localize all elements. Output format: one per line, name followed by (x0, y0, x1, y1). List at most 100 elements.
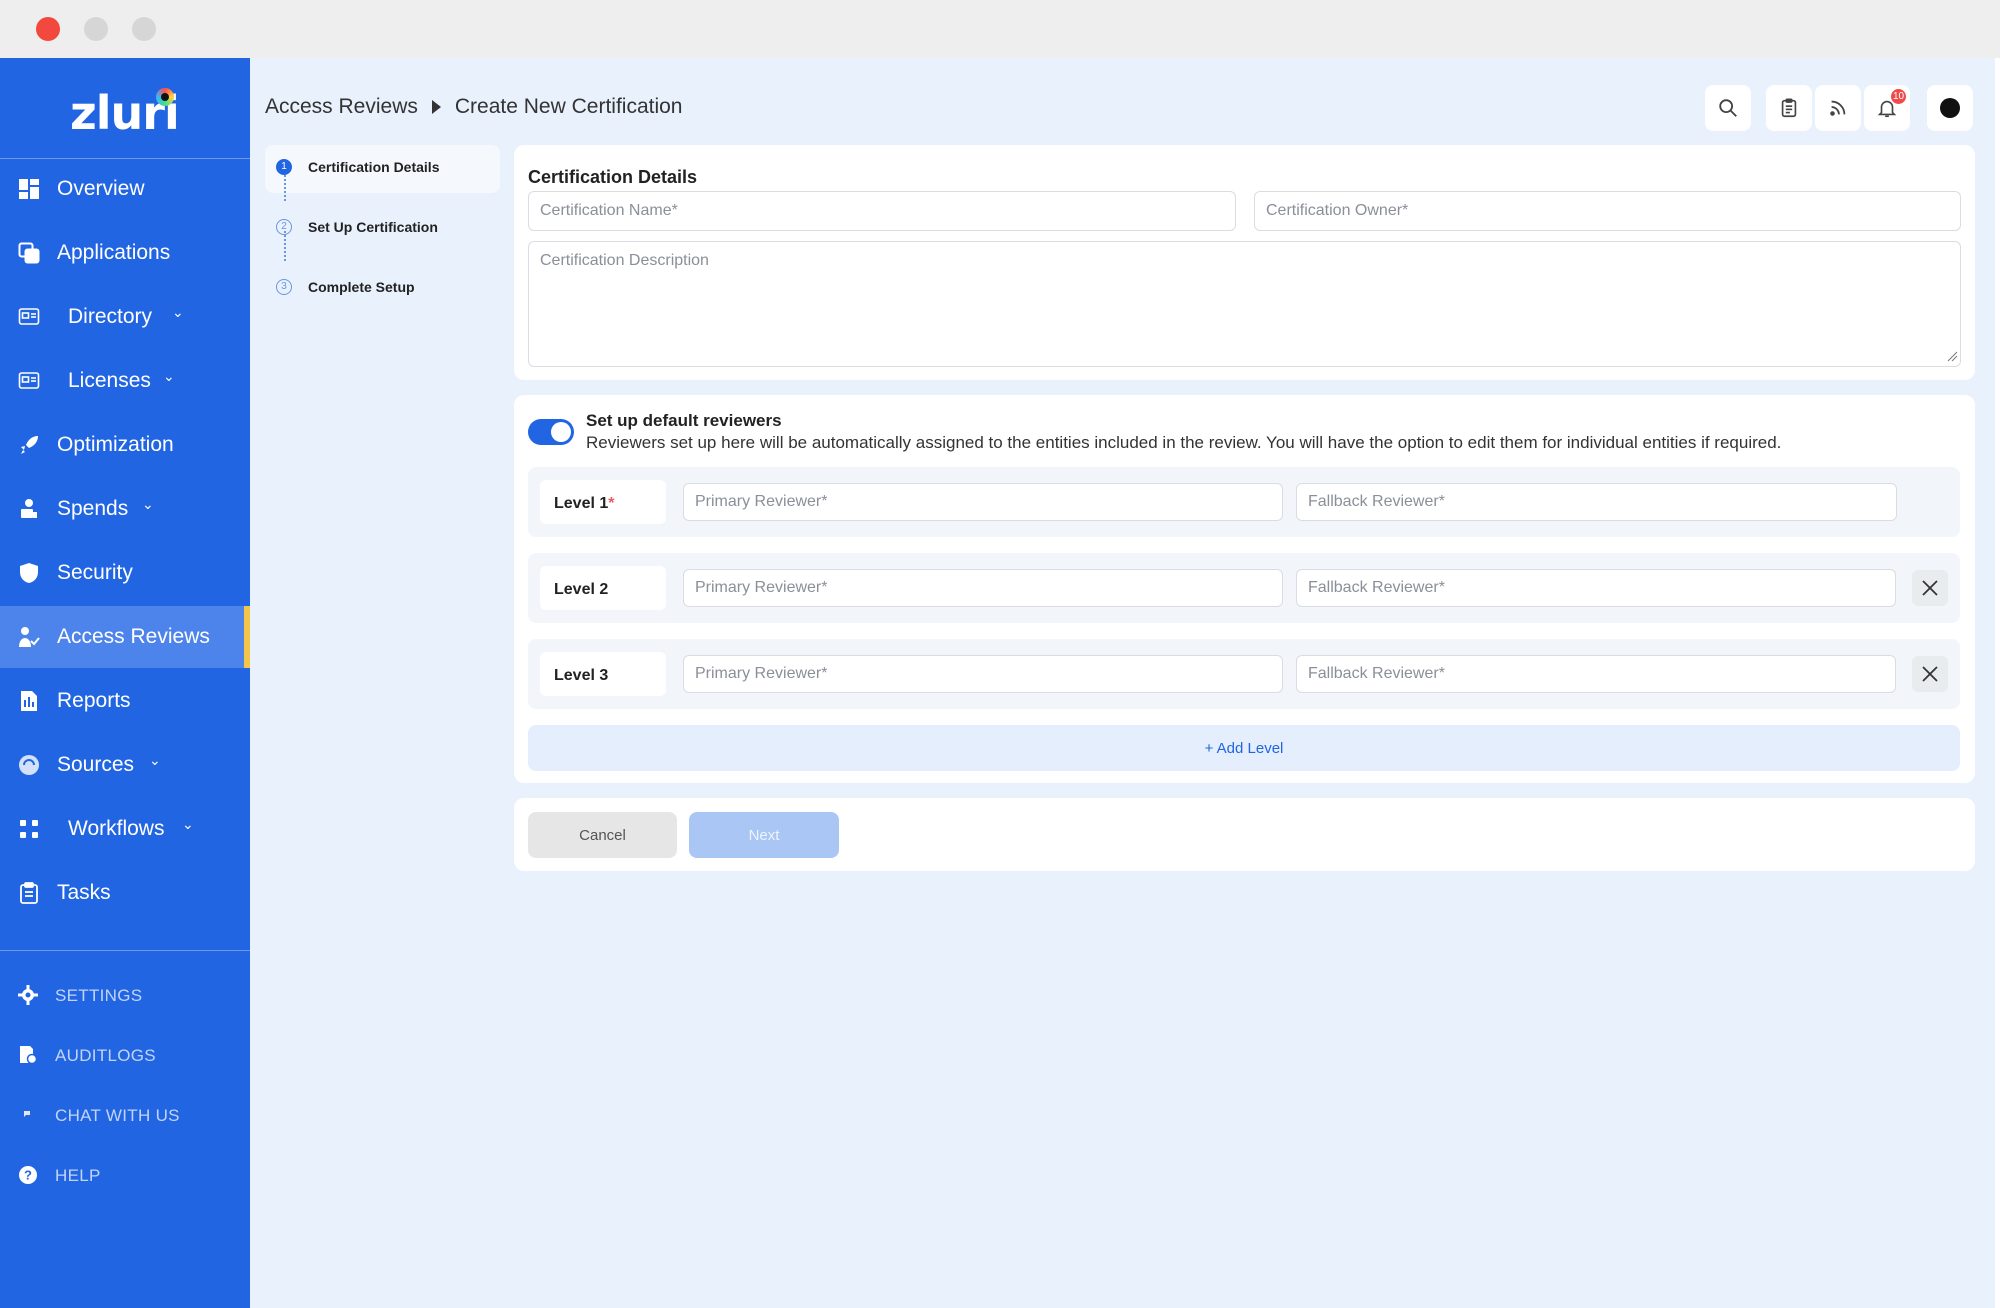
avatar (1940, 98, 1960, 118)
sidebar-divider (0, 950, 250, 951)
certification-description-textarea[interactable] (528, 241, 1961, 367)
clipboard-icon (1781, 98, 1797, 118)
primary-reviewer-input[interactable] (683, 483, 1283, 521)
fallback-reviewer-input[interactable] (1296, 483, 1897, 521)
sidebar-item-label: Sources (57, 753, 135, 776)
audit-logs-icon (18, 1045, 38, 1065)
step-number: 3 (276, 279, 292, 295)
step-number: 1 (276, 159, 292, 175)
level-row: Level 1* (528, 467, 1960, 537)
fallback-reviewer-input[interactable] (1296, 655, 1896, 693)
rocket-icon (18, 434, 40, 456)
sources-icon (18, 754, 40, 776)
sidebar-item-reports[interactable]: Reports (0, 670, 250, 732)
sidebar-item-access-reviews[interactable]: Access Reviews (0, 606, 250, 668)
sidebar-item-tasks[interactable]: Tasks (0, 862, 250, 924)
sidebar-item-label: Spends (57, 497, 129, 520)
card-title: Certification Details (528, 167, 698, 187)
certification-owner-input[interactable] (1254, 191, 1961, 231)
notifications-button[interactable]: 10 (1864, 85, 1910, 131)
level-label: Level 3 (540, 652, 666, 696)
feed-button[interactable] (1815, 85, 1861, 131)
overview-icon (18, 178, 40, 200)
sidebar-item-sources[interactable]: Sources ⌄ (0, 734, 250, 796)
sidebar-item-applications[interactable]: Applications (0, 222, 250, 284)
sidebar-item-label: Access Reviews (57, 625, 210, 648)
window-titlebar (0, 0, 2000, 58)
sidebar-link-settings[interactable]: SETTINGS (0, 971, 250, 1021)
spends-icon (18, 498, 40, 520)
logo-dot-icon (156, 88, 174, 106)
step-label: Set Up Certification (308, 219, 438, 235)
chevron-down-icon: ⌄ (149, 752, 161, 768)
search-icon (1719, 99, 1737, 117)
sidebar-link-label: AUDITLOGS (55, 1046, 156, 1065)
sidebar-item-security[interactable]: Security (0, 542, 250, 604)
sidebar-link-auditlogs[interactable]: AUDITLOGS (0, 1031, 250, 1081)
step-complete-setup[interactable]: 3 Complete Setup (265, 269, 500, 305)
primary-reviewer-input[interactable] (683, 569, 1283, 607)
resize-grip-icon[interactable] (1946, 350, 1958, 362)
sidebar-item-workflows[interactable]: Workflows ⌄ (0, 798, 250, 860)
level-label-text: Level 1 (554, 495, 609, 512)
gear-icon (18, 985, 38, 1005)
chat-icon (18, 1105, 38, 1125)
sidebar-item-overview[interactable]: Overview (0, 158, 250, 220)
level-label: Level 1* (540, 480, 666, 524)
sidebar-item-label: Workflows (68, 817, 165, 840)
sidebar-item-optimization[interactable]: Optimization (0, 414, 250, 476)
primary-reviewer-input[interactable] (683, 655, 1283, 693)
help-icon: ? (18, 1165, 38, 1185)
form-actions-card: Cancel Next (514, 798, 1975, 871)
breadcrumb: Access Reviews Create New Certification (265, 95, 682, 119)
window-minimize-button[interactable] (84, 17, 108, 41)
sidebar-item-directory[interactable]: Directory ⌄ (0, 286, 250, 348)
sidebar-item-label: Reports (57, 689, 131, 712)
breadcrumb-access-reviews[interactable]: Access Reviews (265, 95, 418, 119)
close-icon (1922, 666, 1938, 682)
add-level-button[interactable]: + Add Level (528, 725, 1960, 771)
licenses-icon (18, 370, 40, 392)
cancel-button[interactable]: Cancel (528, 812, 677, 858)
clipboard-button[interactable] (1766, 85, 1812, 131)
tasks-icon (18, 882, 40, 904)
level-row: Level 3 (528, 639, 1960, 709)
sidebar-item-spends[interactable]: Spends ⌄ (0, 478, 250, 540)
sidebar-item-label: Overview (57, 177, 145, 200)
close-icon (1922, 580, 1938, 596)
svg-text:?: ? (24, 1168, 32, 1183)
sidebar-link-help[interactable]: ? HELP (0, 1151, 250, 1201)
default-reviewers-toggle[interactable] (528, 419, 574, 445)
reviewers-description: Reviewers set up here will be automatica… (586, 433, 1782, 452)
sidebar-item-label: Licenses (68, 369, 151, 392)
shield-icon (18, 562, 40, 584)
setup-steps: 1 Certification Details 2 Set Up Certifi… (265, 145, 500, 325)
applications-icon (18, 242, 40, 264)
search-button[interactable] (1705, 85, 1751, 131)
fallback-reviewer-input[interactable] (1296, 569, 1896, 607)
sidebar-item-licenses[interactable]: Licenses ⌄ (0, 350, 250, 412)
chevron-down-icon: ⌄ (142, 496, 154, 512)
workflows-icon (18, 818, 40, 840)
certification-name-input[interactable] (528, 191, 1236, 231)
step-number: 2 (276, 219, 292, 235)
sidebar: zluri Overview Applications Directory ⌄ Lice… (0, 58, 250, 1308)
step-set-up-certification[interactable]: 2 Set Up Certification (265, 209, 500, 245)
step-certification-details[interactable]: 1 Certification Details (265, 149, 500, 185)
remove-level-button[interactable] (1912, 570, 1948, 606)
reports-icon (18, 690, 40, 712)
next-button[interactable]: Next (689, 812, 839, 858)
access-reviews-icon (18, 626, 40, 648)
sidebar-link-label: SETTINGS (55, 986, 143, 1005)
chevron-down-icon: ⌄ (163, 368, 175, 384)
sidebar-item-label: Applications (57, 241, 171, 264)
level-label-text: Level 3 (554, 667, 609, 684)
window-maximize-button[interactable] (132, 17, 156, 41)
reviewers-title: Set up default reviewers (586, 411, 782, 430)
window-close-button[interactable] (36, 17, 60, 41)
window-edge (1995, 58, 2000, 1308)
remove-level-button[interactable] (1912, 656, 1948, 692)
sidebar-link-chat-with-us[interactable]: CHAT WITH US (0, 1091, 250, 1141)
profile-button[interactable] (1927, 85, 1973, 131)
sidebar-item-label: Tasks (57, 881, 111, 904)
